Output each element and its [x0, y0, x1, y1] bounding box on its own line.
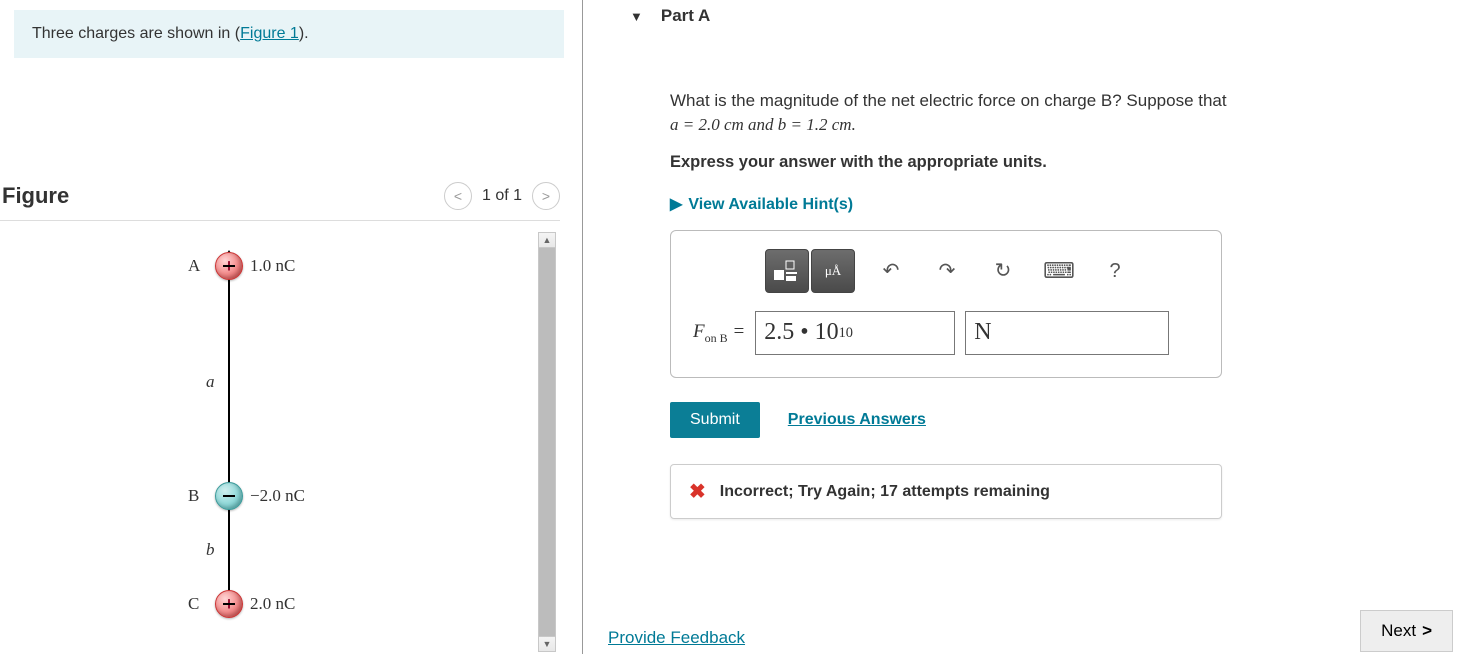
divider [0, 220, 560, 221]
value-input[interactable]: 2.5 • 1010 [755, 311, 955, 355]
hints-label: View Available Hint(s) [688, 194, 853, 216]
scroll-track[interactable] [538, 248, 556, 636]
feedback-box: ✖ Incorrect; Try Again; 17 attempts rema… [670, 464, 1222, 519]
dim-a: a [206, 372, 215, 392]
feedback-message: Incorrect; Try Again; 17 attempts remain… [720, 483, 1050, 501]
answer-box: μÅ ↶ ↷ ↻ ⌨ ? Fon B = 2.5 • 1010 N [670, 230, 1222, 378]
question-area: What is the magnitude of the net electri… [608, 41, 1463, 378]
dim-b: b [206, 540, 215, 560]
help-button[interactable]: ? [1095, 251, 1135, 291]
reset-icon: ↻ [995, 257, 1012, 285]
charge-a-value: 1.0 nC [250, 256, 295, 276]
figure-pager: < 1 of 1 > [444, 182, 560, 210]
answer-instruction: Express your answer with the appropriate… [670, 151, 1443, 174]
undo-icon: ↶ [883, 257, 900, 285]
redo-icon: ↷ [939, 257, 956, 285]
prev-figure-button[interactable]: < [444, 182, 472, 210]
left-pane: Three charges are shown in ( Figure 1 ).… [0, 0, 583, 654]
part-label: Part A [661, 6, 710, 26]
chevron-right-icon: > [1422, 621, 1432, 641]
question-text: What is the magnitude of the net electri… [670, 89, 1443, 137]
post-row: Submit Previous Answers [670, 402, 1463, 438]
caret-right-icon: ▶ [670, 194, 682, 216]
charge-b-id: B [188, 486, 199, 506]
figure-link[interactable]: Figure 1 [240, 25, 299, 43]
answer-toolbar: μÅ ↶ ↷ ↻ ⌨ ? [693, 249, 1211, 293]
previous-answers-link[interactable]: Previous Answers [788, 411, 926, 429]
reset-button[interactable]: ↻ [983, 251, 1023, 291]
answer-row: Fon B = 2.5 • 1010 N [693, 311, 1211, 355]
help-icon: ? [1109, 257, 1120, 285]
next-figure-button[interactable]: > [532, 182, 560, 210]
view-hints-link[interactable]: ▶ View Available Hint(s) [670, 194, 1443, 216]
keyboard-button[interactable]: ⌨ [1039, 251, 1079, 291]
incorrect-icon: ✖ [689, 479, 706, 504]
figure-scrollbar[interactable]: ▲ ▼ [538, 232, 556, 652]
question-given: a = 2.0 cm and b = 1.2 cm. [670, 115, 856, 134]
keyboard-icon: ⌨ [1043, 256, 1075, 287]
figure-diagram: + A 1.0 nC a − B −2.0 nC b + C 2.0 nC [170, 232, 530, 632]
caret-down-icon: ▼ [630, 9, 643, 24]
tick-a [223, 265, 235, 267]
part-header[interactable]: ▼ Part A [608, 0, 1463, 41]
units-button[interactable]: μÅ [811, 249, 855, 293]
scroll-thumb[interactable] [539, 248, 555, 636]
redo-button[interactable]: ↷ [927, 251, 967, 291]
tick-b [223, 495, 235, 497]
intro-prefix: Three charges are shown in ( [32, 25, 240, 43]
figure-body: + A 1.0 nC a − B −2.0 nC b + C 2.0 nC [0, 232, 536, 652]
charge-a-id: A [188, 256, 200, 276]
provide-feedback-link[interactable]: Provide Feedback [608, 628, 745, 648]
pager-text: 1 of 1 [482, 187, 522, 205]
axis-line [228, 256, 230, 616]
templates-button[interactable] [765, 249, 809, 293]
undo-button[interactable]: ↶ [871, 251, 911, 291]
scroll-up-icon[interactable]: ▲ [538, 232, 556, 248]
figure-title: Figure [2, 183, 69, 209]
intro-box: Three charges are shown in ( Figure 1 ). [14, 10, 564, 58]
charge-c-value: 2.0 nC [250, 594, 295, 614]
intro-suffix: ). [299, 25, 309, 43]
right-pane: ▼ Part A What is the magnitude of the ne… [608, 0, 1463, 654]
unit-input[interactable]: N [965, 311, 1169, 355]
submit-button[interactable]: Submit [670, 402, 760, 438]
tick-c [223, 603, 235, 605]
units-icon: μÅ [825, 262, 841, 280]
charge-b-value: −2.0 nC [250, 486, 305, 506]
templates-icon [773, 260, 801, 282]
next-button[interactable]: Next > [1360, 610, 1453, 652]
question-prefix: What is the magnitude of the net electri… [670, 91, 1227, 110]
next-label: Next [1381, 621, 1416, 641]
force-label: Fon B = [693, 319, 745, 347]
figure-header: Figure < 1 of 1 > [0, 182, 560, 210]
charge-c-id: C [188, 594, 199, 614]
scroll-down-icon[interactable]: ▼ [538, 636, 556, 652]
